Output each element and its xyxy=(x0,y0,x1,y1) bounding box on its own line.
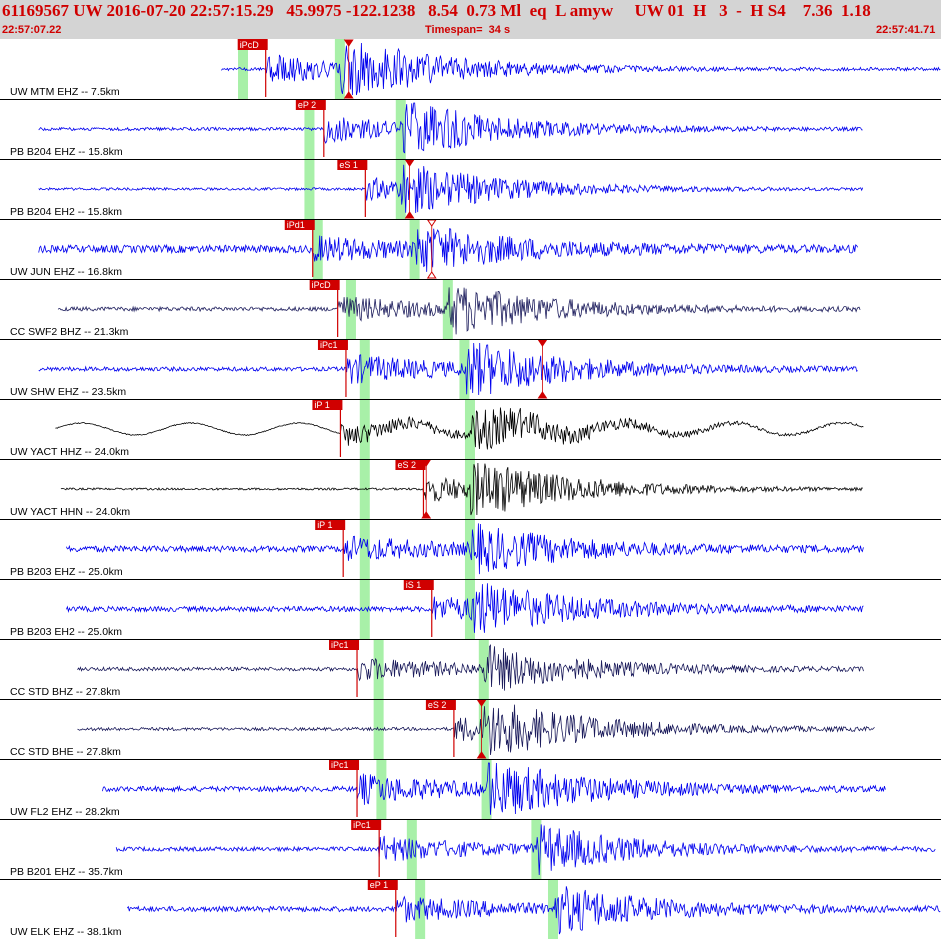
trace-label: PB B201 EHZ -- 35.7km xyxy=(10,866,123,878)
s-window xyxy=(464,399,475,459)
waveform xyxy=(66,583,864,633)
timespan-label: Timespan= 34 s xyxy=(425,24,511,36)
waveform xyxy=(38,102,863,154)
waveform xyxy=(55,407,864,450)
pick-label: iPd1 xyxy=(287,220,305,230)
waveform xyxy=(115,824,936,876)
trace-label: PB B203 EH2 -- 25.0km xyxy=(10,626,122,638)
waveform xyxy=(38,164,864,214)
trace-row: eP 1 UW ELK EHZ -- 38.1km xyxy=(0,879,941,939)
trace-label: CC STD BHZ -- 27.8km xyxy=(10,686,121,698)
waveform xyxy=(60,462,864,516)
trace-label: UW FL2 EHZ -- 28.2km xyxy=(10,806,120,818)
trace-row: iP 1 UW YACT HHZ -- 24.0km xyxy=(0,399,941,459)
s-window xyxy=(478,699,489,759)
trace-row: eS 2 CC STD BHE -- 27.8km xyxy=(0,699,941,759)
pick-label: iPc1 xyxy=(320,340,338,350)
p-window xyxy=(376,759,387,819)
waveform xyxy=(66,523,864,575)
trace-label: CC SWF2 BHZ -- 21.3km xyxy=(10,326,129,338)
pick-label: eS 1 xyxy=(339,160,358,170)
waveform xyxy=(57,287,861,335)
trace-label: UW YACT HHZ -- 24.0km xyxy=(10,446,129,458)
pick-label: iPc1 xyxy=(331,760,349,770)
pick-label: iP 1 xyxy=(314,400,329,410)
pick-label: eP 1 xyxy=(370,880,388,890)
pick-label: iPc1 xyxy=(353,820,371,830)
trace-row: iPcD CC SWF2 BHZ -- 21.3km xyxy=(0,279,941,339)
arrival-marker-bottom xyxy=(404,211,415,219)
end-time: 22:57:41.71 xyxy=(876,24,936,36)
pick-label: iPcD xyxy=(312,280,332,290)
pick-label: iP 1 xyxy=(317,520,332,530)
trace-label: UW JUN EHZ -- 16.8km xyxy=(10,266,122,278)
trace-label: UW MTM EHZ -- 7.5km xyxy=(10,86,120,98)
arrival-marker-bottom xyxy=(537,391,548,399)
event-header: 61169567 UW 2016-07-20 22:57:15.29 45.99… xyxy=(0,0,941,39)
waveform xyxy=(38,342,858,396)
waveform xyxy=(102,762,886,815)
trace-row: iS 1 PB B203 EH2 -- 25.0km xyxy=(0,579,941,639)
pick-label: eS 2 xyxy=(428,700,447,710)
arrival-marker-bottom xyxy=(343,91,354,99)
trace-row: eS 1 PB B204 EH2 -- 15.8km xyxy=(0,159,941,219)
pick-label: iPc1 xyxy=(331,640,349,650)
trace-label: UW YACT HHN -- 24.0km xyxy=(10,506,130,518)
trace-label: CC STD BHE -- 27.8km xyxy=(10,746,121,758)
arrival-marker-top xyxy=(404,159,415,167)
waveform xyxy=(38,227,859,272)
waveform xyxy=(221,42,941,96)
trace-label: UW ELK EHZ -- 38.1km xyxy=(10,926,122,938)
arrival-marker-top xyxy=(426,219,437,227)
event-title: 61169567 UW 2016-07-20 22:57:15.29 45.99… xyxy=(2,1,871,20)
waveform xyxy=(77,644,864,691)
pick-label: iPcD xyxy=(240,40,260,50)
trace-row: iPc1 UW SHW EHZ -- 23.5km xyxy=(0,339,941,399)
trace-row: iPc1 UW FL2 EHZ -- 28.2km xyxy=(0,759,941,819)
trace-row: iPc1 CC STD BHZ -- 27.8km xyxy=(0,639,941,699)
waveform xyxy=(77,704,875,756)
arrival-marker-top xyxy=(343,39,354,47)
trace-label: PB B203 EHZ -- 25.0km xyxy=(10,566,123,578)
trace-row: iP 1 PB B203 EHZ -- 25.0km xyxy=(0,519,941,579)
trace-row: eP 2 PB B204 EHZ -- 15.8km xyxy=(0,99,941,159)
trace-row: eS 2 UW YACT HHN -- 24.0km xyxy=(0,459,941,519)
trace-label: PB B204 EHZ -- 15.8km xyxy=(10,146,123,158)
start-time: 22:57:07.22 xyxy=(2,24,62,36)
trace-row: iPcD UW MTM EHZ -- 7.5km xyxy=(10,39,941,99)
arrival-marker-top xyxy=(537,339,548,347)
seismogram-panel: iPcD UW MTM EHZ -- 7.5km eP 2 PB B204 EHZ -… xyxy=(0,39,941,939)
trace-row: iPd1 UW JUN EHZ -- 16.8km xyxy=(0,219,941,279)
pick-label: iS 1 xyxy=(406,580,422,590)
pick-label: eS 2 xyxy=(397,460,416,470)
pick-label: eP 2 xyxy=(298,100,316,110)
waveform xyxy=(126,886,941,935)
arrival-marker-bottom xyxy=(426,271,437,279)
trace-row: iPc1 PB B201 EHZ -- 35.7km xyxy=(0,819,941,879)
trace-label: PB B204 EH2 -- 15.8km xyxy=(10,206,122,218)
trace-label: UW SHW EHZ -- 23.5km xyxy=(10,386,126,398)
